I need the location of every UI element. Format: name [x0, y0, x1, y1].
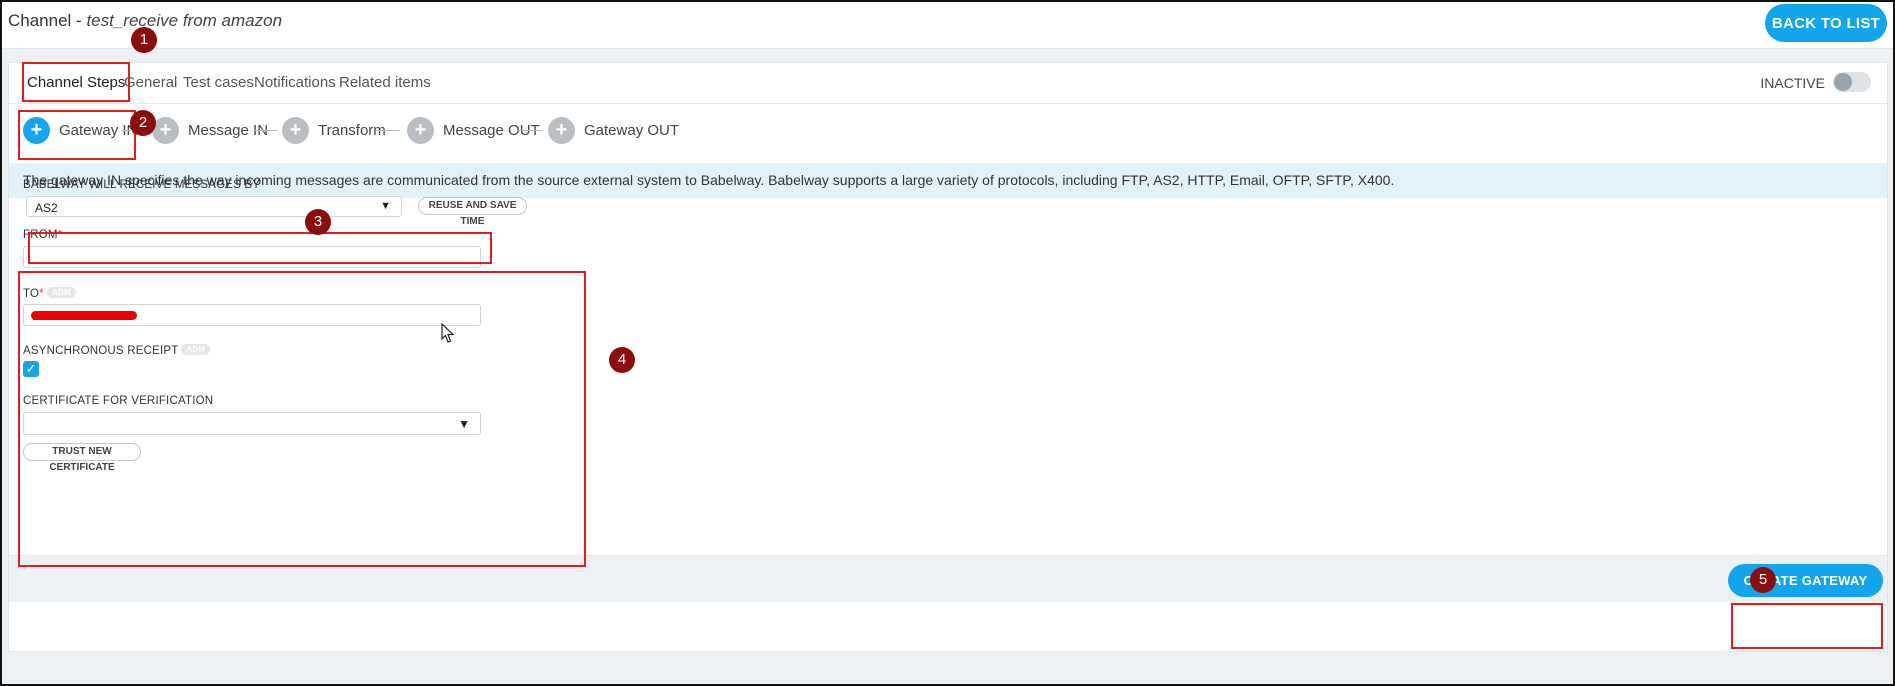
plus-icon: +: [548, 117, 575, 144]
reuse-and-save-time-button[interactable]: REUSE AND SAVE TIME: [418, 197, 527, 227]
channel-name: test_receive from amazon: [86, 11, 283, 30]
step-connector: [376, 130, 400, 131]
plus-icon: +: [152, 117, 179, 144]
annotation-box-4: [18, 271, 586, 567]
plus-icon: +: [407, 117, 434, 144]
annotation-badge-3: 3: [305, 209, 331, 235]
info-banner: The gateway IN specifies the way incomin…: [9, 163, 1887, 198]
select-value: AS2: [35, 201, 58, 215]
annotation-box-5: [1731, 603, 1883, 649]
tab-related-items[interactable]: Related items: [339, 74, 431, 91]
annotation-badge-4: 4: [609, 347, 635, 373]
step-transform[interactable]: + Transform: [282, 117, 386, 144]
tab-general[interactable]: General: [124, 74, 177, 91]
step-label: Gateway OUT: [584, 122, 680, 139]
annotation-box-1: [22, 62, 130, 102]
tab-notifications[interactable]: Notifications: [254, 74, 336, 91]
active-toggle[interactable]: [1833, 72, 1871, 92]
plus-icon: +: [282, 117, 309, 144]
annotation-box-3: [28, 232, 492, 264]
status-label: INACTIVE: [1760, 75, 1825, 91]
step-connector: [518, 130, 542, 131]
annotation-badge-1: 1: [131, 27, 157, 53]
back-to-list-button[interactable]: BACK TO LIST: [1765, 4, 1887, 42]
receive-by-label: BABELWAY WILL RECEIVE MESSAGES BY: [23, 179, 261, 191]
step-message-in[interactable]: + Message IN: [152, 117, 268, 144]
step-gateway-out[interactable]: + Gateway OUT: [548, 117, 679, 144]
top-bar: Channel - test_receive from amazon BACK …: [2, 2, 1893, 49]
annotation-box-2: [18, 110, 136, 160]
tab-test-cases[interactable]: Test cases: [183, 74, 254, 91]
chevron-down-icon: ▼: [380, 200, 391, 212]
receive-by-select[interactable]: AS2 ▼: [26, 196, 402, 217]
annotation-badge-2: 2: [130, 110, 156, 136]
toggle-knob: [1834, 73, 1852, 91]
tab-bar: Channel Steps General Test cases Notific…: [9, 63, 1887, 104]
annotation-badge-5: 5: [1750, 567, 1776, 593]
step-connector: [253, 130, 277, 131]
step-wizard: + Gateway IN + Message IN + Transform + …: [9, 103, 1887, 163]
